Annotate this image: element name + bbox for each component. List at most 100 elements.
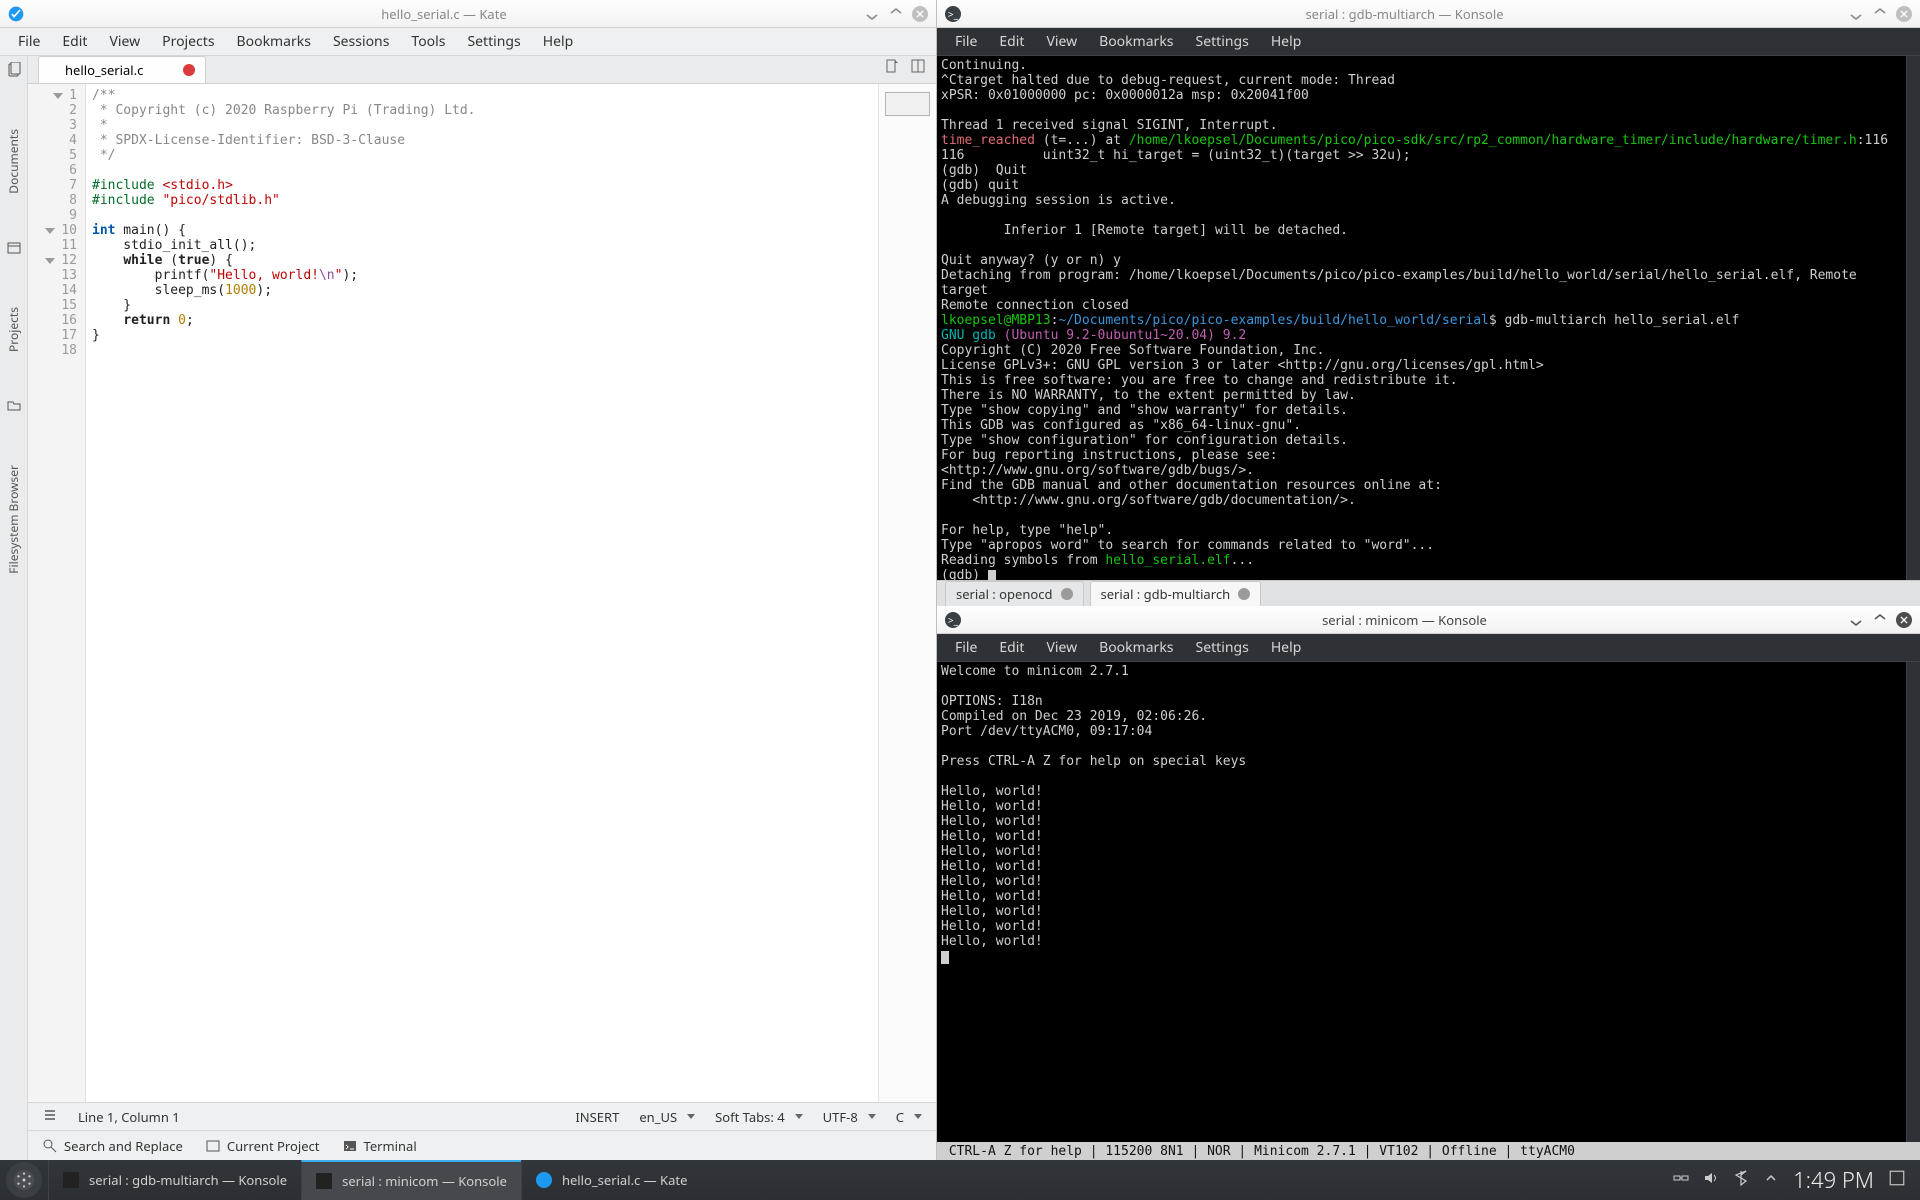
konsole1-menubar: File Edit View Bookmarks Settings Help xyxy=(937,28,1920,56)
code-editor[interactable]: 1 2 3 4 5 6 7 8 9 10 11 12 13 14 xyxy=(28,84,936,1102)
menu-file[interactable]: File xyxy=(8,29,50,54)
menu-bookmarks[interactable]: Bookmarks xyxy=(227,29,321,54)
tab-openocd[interactable]: serial : openocd xyxy=(945,581,1084,606)
kate-titlebar[interactable]: hello_serial.c — Kate xyxy=(0,0,936,28)
menu-file[interactable]: File xyxy=(945,635,987,660)
cursor-icon xyxy=(941,951,949,964)
search-replace-button[interactable]: Search and Replace xyxy=(42,1137,183,1155)
kate-title: hello_serial.c — Kate xyxy=(32,5,856,23)
show-desktop-icon[interactable] xyxy=(1888,1169,1906,1191)
terminal-icon xyxy=(63,1172,79,1188)
menu-edit[interactable]: Edit xyxy=(989,635,1034,660)
terminal-minicom[interactable]: Welcome to minicom 2.7.1 OPTIONS: I18n C… xyxy=(937,662,1906,1142)
network-icon[interactable] xyxy=(1673,1170,1689,1190)
menu-edit[interactable]: Edit xyxy=(989,29,1034,54)
new-doc-icon[interactable] xyxy=(884,58,900,79)
konsole-logo-icon: >_ xyxy=(945,612,961,628)
menu-projects[interactable]: Projects xyxy=(152,29,224,54)
kate-window: hello_serial.c — Kate File Edit View Pro… xyxy=(0,0,937,1160)
menu-bookmarks[interactable]: Bookmarks xyxy=(1089,29,1183,54)
maximize-icon[interactable] xyxy=(888,6,904,22)
menu-sessions[interactable]: Sessions xyxy=(323,29,399,54)
konsole2-menubar: File Edit View Bookmarks Settings Help xyxy=(937,634,1920,662)
menu-settings[interactable]: Settings xyxy=(1186,29,1259,54)
menu-tools[interactable]: Tools xyxy=(401,29,455,54)
tab-gdb[interactable]: serial : gdb-multiarch xyxy=(1090,581,1262,606)
scrollbar[interactable] xyxy=(1906,56,1920,580)
tab-close-icon[interactable] xyxy=(1061,588,1073,600)
sidebar-projects[interactable]: Projects xyxy=(3,301,24,358)
editor-mode[interactable]: INSERT xyxy=(575,1108,619,1126)
minimize-icon[interactable] xyxy=(864,6,880,22)
filesystem-icon[interactable] xyxy=(6,398,22,419)
kate-statusbar: Line 1, Column 1 INSERT en_US Soft Tabs:… xyxy=(28,1102,936,1130)
terminal-gdb[interactable]: Continuing. ^Ctarget halted due to debug… xyxy=(937,56,1906,580)
task-konsole-minicom[interactable]: serial : minicom — Konsole xyxy=(301,1160,521,1200)
minimize-icon[interactable] xyxy=(1848,612,1864,628)
sidebar-filesystem[interactable]: Filesystem Browser xyxy=(3,459,24,580)
menu-file[interactable]: File xyxy=(945,29,987,54)
terminal-icon xyxy=(316,1173,332,1189)
konsole-gdb-window: >_ serial : gdb-multiarch — Konsole File… xyxy=(937,0,1920,606)
split-icon[interactable] xyxy=(910,58,926,79)
cursor-icon xyxy=(988,570,996,580)
kate-sidebar: Documents Projects Filesystem Browser xyxy=(0,56,28,1160)
language-select[interactable]: C xyxy=(896,1108,922,1126)
locale-select[interactable]: en_US xyxy=(639,1108,695,1126)
konsole-logo-icon: >_ xyxy=(945,6,961,22)
clock[interactable]: 1:49 PM xyxy=(1793,1165,1874,1195)
minicom-statusbar: CTRL-A Z for help | 115200 8N1 | NOR | M… xyxy=(937,1142,1920,1160)
menu-settings[interactable]: Settings xyxy=(457,29,530,54)
documents-icon[interactable] xyxy=(6,62,22,83)
task-kate[interactable]: hello_serial.c — Kate xyxy=(521,1160,702,1200)
taskbar: serial : gdb-multiarch — Konsole serial … xyxy=(0,1160,1920,1200)
menu-help[interactable]: Help xyxy=(1261,29,1312,54)
status-menu-icon[interactable] xyxy=(42,1107,58,1127)
konsole2-title: serial : minicom — Konsole xyxy=(969,611,1840,629)
maximize-icon[interactable] xyxy=(1872,612,1888,628)
minimize-icon[interactable] xyxy=(1848,6,1864,22)
softtabs-select[interactable]: Soft Tabs: 4 xyxy=(715,1108,803,1126)
menu-view[interactable]: View xyxy=(1036,635,1087,660)
line-gutter: 1 2 3 4 5 6 7 8 9 10 11 12 13 14 xyxy=(28,84,86,1102)
system-tray: 1:49 PM xyxy=(1659,1165,1920,1195)
maximize-icon[interactable] xyxy=(1872,6,1888,22)
scrollbar[interactable] xyxy=(1906,662,1920,1142)
tab-close-icon[interactable] xyxy=(1238,588,1250,600)
close-icon[interactable] xyxy=(1896,612,1912,628)
konsole1-title: serial : gdb-multiarch — Konsole xyxy=(969,5,1840,23)
current-project-button[interactable]: Current Project xyxy=(205,1137,320,1155)
kate-tabs: hello_serial.c xyxy=(28,56,936,84)
menu-settings[interactable]: Settings xyxy=(1186,635,1259,660)
menu-view[interactable]: View xyxy=(99,29,150,54)
menu-bookmarks[interactable]: Bookmarks xyxy=(1089,635,1183,660)
close-icon[interactable] xyxy=(1896,6,1912,22)
projects-icon[interactable] xyxy=(6,240,22,261)
kate-icon xyxy=(536,1172,552,1188)
konsole2-titlebar[interactable]: >_ serial : minicom — Konsole xyxy=(937,606,1920,634)
tab-close-icon[interactable] xyxy=(183,64,195,76)
file-tab-label: hello_serial.c xyxy=(65,61,143,79)
start-button[interactable] xyxy=(6,1162,42,1198)
konsole-tabs: serial : openocd serial : gdb-multiarch xyxy=(937,580,1920,606)
task-konsole-gdb[interactable]: serial : gdb-multiarch — Konsole xyxy=(48,1160,301,1200)
menu-view[interactable]: View xyxy=(1036,29,1087,54)
encoding-select[interactable]: UTF-8 xyxy=(823,1108,876,1126)
bluetooth-icon[interactable] xyxy=(1733,1170,1749,1190)
close-icon[interactable] xyxy=(912,6,928,22)
minimap[interactable] xyxy=(878,84,936,1102)
menu-edit[interactable]: Edit xyxy=(52,29,97,54)
konsole1-titlebar[interactable]: >_ serial : gdb-multiarch — Konsole xyxy=(937,0,1920,28)
cursor-position[interactable]: Line 1, Column 1 xyxy=(78,1108,180,1126)
terminal-button[interactable]: Terminal xyxy=(342,1137,417,1155)
volume-icon[interactable] xyxy=(1703,1170,1719,1190)
sidebar-documents[interactable]: Documents xyxy=(3,123,24,200)
menu-help[interactable]: Help xyxy=(533,29,584,54)
tray-expand-icon[interactable] xyxy=(1763,1170,1779,1190)
kate-bottom-toolbar: Search and Replace Current Project Termi… xyxy=(28,1130,936,1160)
code-content[interactable]: /** * Copyright (c) 2020 Raspberry Pi (T… xyxy=(86,84,878,1102)
menu-help[interactable]: Help xyxy=(1261,635,1312,660)
file-tab[interactable]: hello_serial.c xyxy=(38,56,206,83)
kate-menubar: File Edit View Projects Bookmarks Sessio… xyxy=(0,28,936,56)
konsole-minicom-window: >_ serial : minicom — Konsole File Edit … xyxy=(937,606,1920,1160)
